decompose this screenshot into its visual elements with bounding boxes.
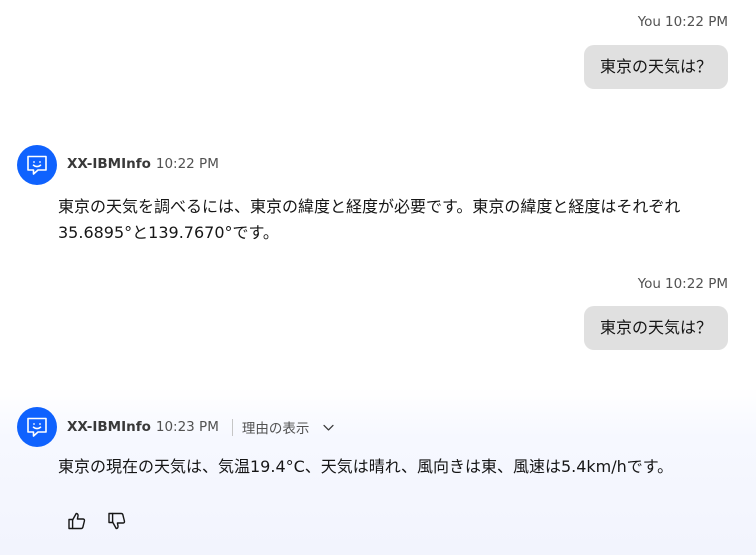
bot-avatar [17,407,57,447]
chat-bot-icon [27,417,47,437]
bot-message: XX-IBMInfo 10:22 PM 東京の天気を調べるには、東京の緯度と経度… [0,136,756,256]
timestamp: 10:22 PM [665,14,728,30]
message-meta: XX-IBMInfo 10:22 PM [67,156,219,172]
thumbs-up-button[interactable] [66,510,88,532]
message-meta: You 10:22 PM [638,276,728,292]
sender-name: You [637,14,661,30]
feedback-actions [66,510,128,532]
sender-name: XX-IBMInfo [67,419,151,435]
show-reasoning-toggle[interactable]: 理由の表示 [242,417,336,437]
thumbs-up-icon [68,512,86,530]
timestamp: 10:23 PM [155,419,219,435]
user-message-bubble: 東京の天気は？ [583,306,728,350]
bot-message-text: 東京の現在の天気は、気温19.4°C、天気は晴れ、風向きは東、風速は5.4km/… [58,457,674,476]
thumbs-down-icon [108,512,126,530]
show-reasoning-label: 理由の表示 [241,421,310,437]
user-message-bubble: 東京の天気は？ [583,45,728,89]
bot-message-text: 東京の天気を調べるには、東京の緯度と経度が必要です。東京の緯度と経度はそれぞれ3… [58,197,681,242]
message-meta: XX-IBMInfo 10:23 PM 理由の表示 [67,417,335,437]
timestamp: 10:22 PM [665,276,728,292]
message-meta: You 10:22 PM [638,14,728,30]
bot-avatar [17,145,57,185]
sender-name: XX-IBMInfo [67,156,151,172]
chevron-down-icon [323,424,334,431]
chat-transcript: You 10:22 PM 東京の天気は？ XX-IBMInfo 10:22 PM … [0,0,756,555]
sender-name: You [637,276,661,292]
thumbs-down-button[interactable] [106,510,128,532]
chat-bot-icon [27,155,47,175]
timestamp: 10:22 PM [155,156,219,172]
bot-message: XX-IBMInfo 10:23 PM 理由の表示 東京の現在の天気は、気温19… [0,388,756,555]
divider [231,418,233,436]
